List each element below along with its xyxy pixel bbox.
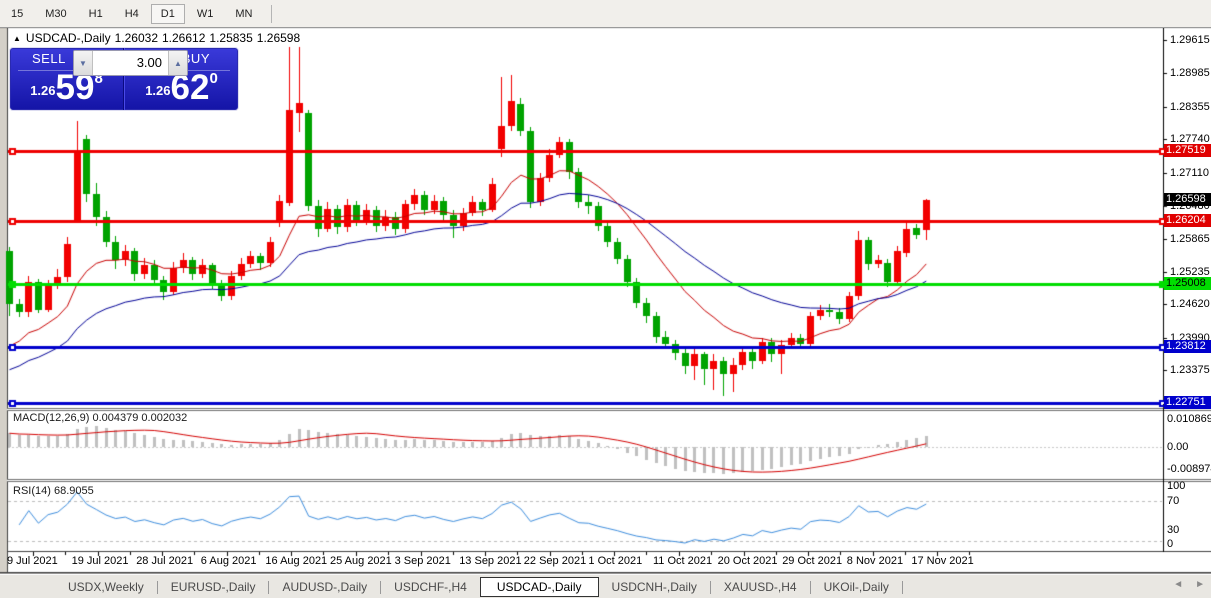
rsi-axis-tick-label: 30	[1167, 524, 1180, 536]
hline-price-tag: 1.23812	[1164, 340, 1211, 354]
tab-divider	[901, 580, 903, 594]
volume-input[interactable]: 3.00	[93, 51, 168, 75]
volume-increase-button[interactable]: ▲	[168, 51, 187, 75]
bid-price-prefix: 1.26	[30, 83, 56, 98]
trading-app-window: 15 M30 H1 H4 D1 W1 MN ▲ USDCAD-,Daily 1.26…	[0, 0, 1211, 598]
timeframe-w1-button[interactable]: W1	[187, 4, 224, 24]
price-axis-tick-label: 1.29615	[1170, 34, 1210, 47]
price-axis-tick-label: 1.24620	[1170, 298, 1210, 311]
timeframe-toolbar: 15 M30 H1 H4 D1 W1 MN	[0, 0, 1211, 28]
timeframe-mn-button[interactable]: MN	[225, 4, 262, 24]
date-axis-label[interactable]: 13 Sep 2021	[459, 555, 521, 567]
timeframe-m15-button[interactable]: 15	[1, 4, 33, 24]
price-axis-tick-label: 1.28355	[1170, 100, 1210, 113]
date-axis-label[interactable]: 25 Aug 2021	[330, 555, 392, 567]
date-axis-label[interactable]: 8 Nov 2021	[847, 555, 903, 567]
ask-price-sup: 0	[209, 70, 218, 87]
date-axis-label[interactable]: 29 Oct 2021	[782, 555, 842, 567]
date-axis-label[interactable]: 22 Sep 2021	[524, 555, 586, 567]
tab-usdx-weekly[interactable]: USDX,Weekly	[55, 578, 157, 596]
volume-decrease-button[interactable]: ▼	[74, 51, 93, 75]
tab-scroll-left-icon[interactable]: ◄	[1173, 580, 1183, 590]
tab-scroll-controls: ◄ ►	[1173, 580, 1205, 590]
date-axis-label[interactable]: 16 Aug 2021	[265, 555, 327, 567]
timeframe-h4-button[interactable]: H4	[115, 4, 149, 24]
macd-indicator-label: MACD(12,26,9) 0.004379 0.002032	[13, 412, 188, 424]
ask-price-prefix: 1.26	[145, 83, 171, 98]
rsi-indicator-label: RSI(14) 68.9055	[13, 485, 94, 497]
date-axis-label[interactable]: 9 Jul 2021	[7, 555, 58, 567]
current-price-tag: 1.26598	[1164, 192, 1211, 206]
hline-price-tag: 1.25008	[1164, 276, 1211, 290]
date-axis-label[interactable]: 20 Oct 2021	[718, 555, 778, 567]
rsi-axis-tick-label: 100	[1167, 480, 1186, 492]
hline-price-tag: 1.22751	[1164, 396, 1211, 410]
volume-stepper: ▼ 3.00 ▲	[73, 50, 188, 76]
tab-audusd-daily[interactable]: AUDUSD-,Daily	[269, 578, 380, 596]
tab-usdchf-h4[interactable]: USDCHF-,H4	[381, 578, 480, 596]
tab-usdcnh-daily[interactable]: USDCNH-,Daily	[599, 578, 710, 596]
collapse-panel-icon[interactable]: ▲	[13, 34, 21, 43]
macd-axis-tick-label: 0.010869	[1167, 413, 1211, 425]
date-axis-label[interactable]: 17 Nov 2021	[911, 555, 973, 567]
chart-symbol-label: USDCAD-,Daily	[25, 31, 111, 45]
tab-eurusd-daily[interactable]: EURUSD-,Daily	[158, 578, 269, 596]
hline-price-tag: 1.26204	[1164, 213, 1211, 227]
tab-xauusd-h4[interactable]: XAUUSD-,H4	[711, 578, 810, 596]
price-axis-tick-label: 1.28985	[1170, 67, 1210, 80]
date-axis-label[interactable]: 19 Jul 2021	[72, 555, 129, 567]
ohlc-high: 1.26612	[162, 31, 206, 45]
one-click-trading-panel: SELL 1.26598 BUY 1.26620 ▼ 3.00 ▲	[9, 47, 239, 111]
price-axis-tick-label: 1.25865	[1170, 232, 1210, 245]
chart-tab-bar: USDX,Weekly EURUSD-,Daily AUDUSD-,Daily …	[0, 574, 1211, 598]
chart-header: ▲ USDCAD-,Daily 1.26032 1.26612 1.25835 1.265…	[13, 31, 304, 45]
macd-axis-tick-label: -0.008974	[1167, 463, 1211, 475]
date-axis-label[interactable]: 11 Oct 2021	[653, 555, 712, 567]
sell-label: SELL	[32, 51, 66, 66]
timeframe-m30-button[interactable]: M30	[35, 4, 76, 24]
timeframe-d1-button[interactable]: D1	[150, 3, 185, 24]
price-axis-tick-label: 1.23375	[1170, 364, 1210, 377]
hline-price-tag: 1.27519	[1164, 144, 1211, 157]
tab-usdcad-daily[interactable]: USDCAD-,Daily	[479, 576, 599, 597]
macd-axis-tick-label: 0.00	[1167, 441, 1189, 453]
tab-ukoil-daily[interactable]: UKOil-,Daily	[811, 578, 902, 596]
toolbar-separator	[271, 4, 273, 23]
ohlc-open: 1.26032	[114, 31, 158, 45]
date-axis-label[interactable]: 28 Jul 2021	[136, 555, 193, 567]
date-axis-label[interactable]: 3 Sep 2021	[395, 555, 451, 567]
date-axis-label[interactable]: 1 Oct 2021	[588, 555, 642, 567]
ohlc-low: 1.25835	[209, 31, 253, 45]
rsi-axis-tick-label: 70	[1167, 495, 1180, 507]
price-axis-tick-label: 1.27110	[1170, 166, 1209, 179]
date-axis-label[interactable]: 6 Aug 2021	[201, 555, 257, 567]
rsi-axis-tick-label: 0	[1167, 538, 1174, 550]
ohlc-close: 1.26598	[256, 31, 301, 45]
timeframe-h1-button[interactable]: H1	[79, 4, 113, 24]
tab-scroll-right-icon[interactable]: ►	[1195, 580, 1205, 590]
